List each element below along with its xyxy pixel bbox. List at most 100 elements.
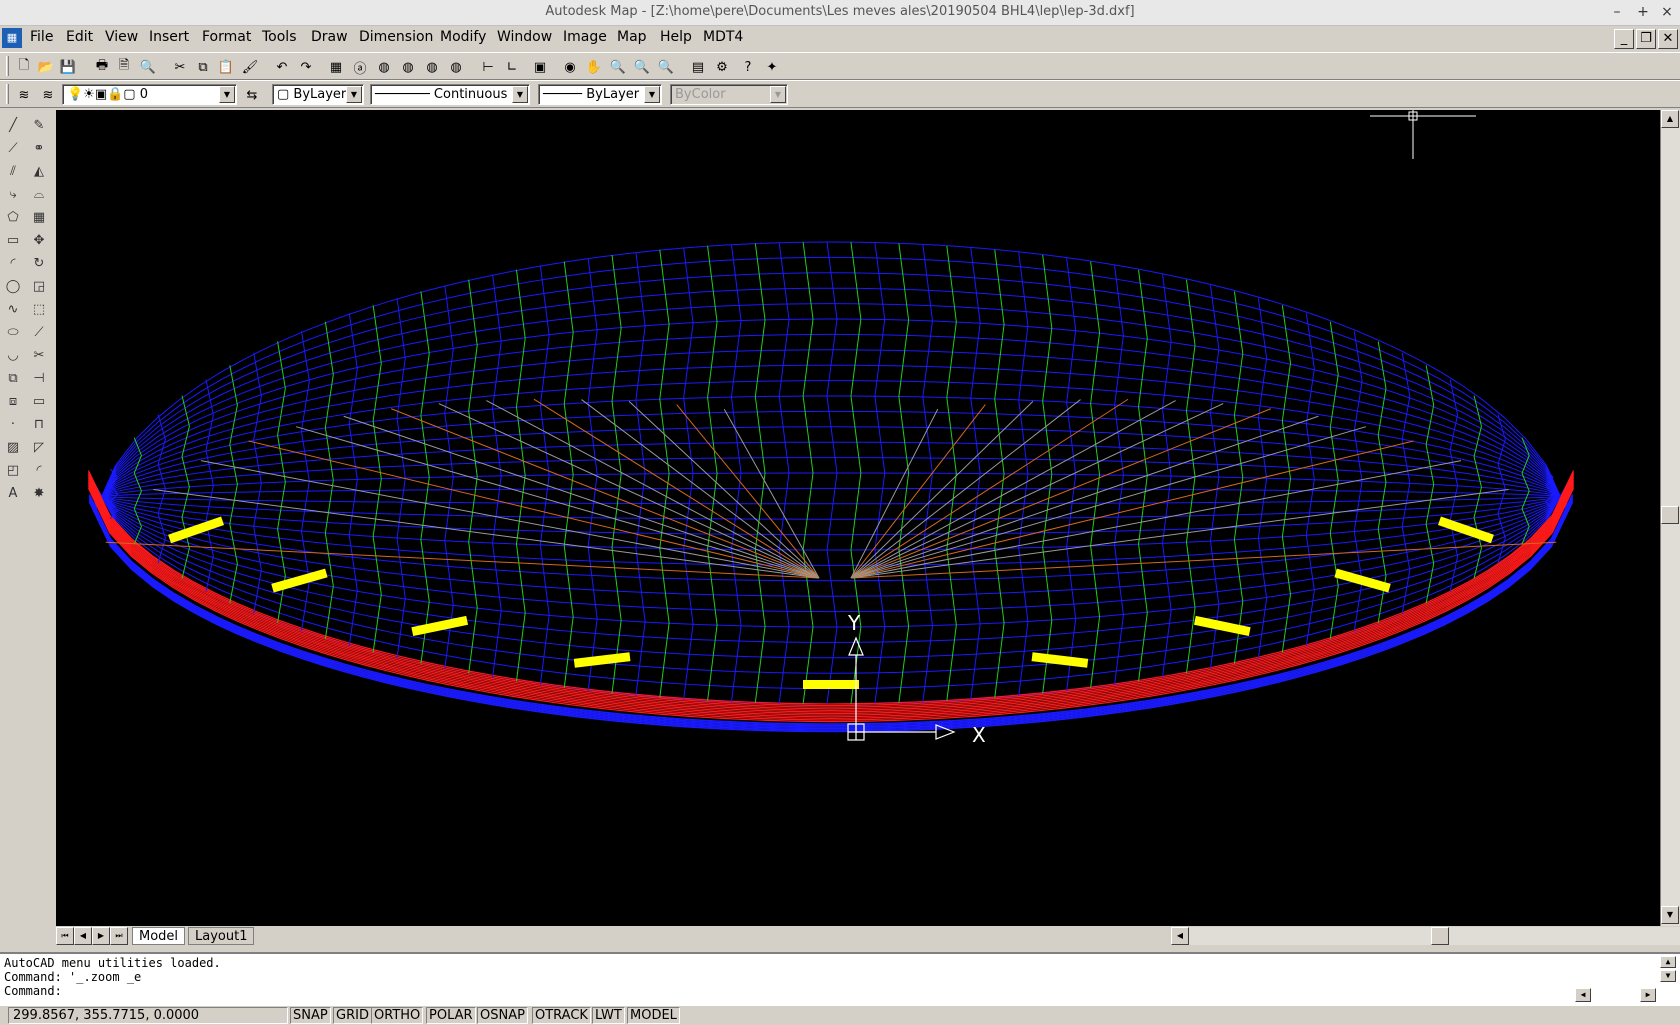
snap-toggle[interactable]: SNAP	[290, 1007, 331, 1024]
osnap-toggle[interactable]: OSNAP	[477, 1007, 528, 1024]
tab-model[interactable]: Model	[132, 927, 186, 945]
scroll-left-icon[interactable]: ◀	[1171, 927, 1189, 945]
ucs-icon[interactable]: ⊢	[478, 57, 498, 77]
copy-object-icon[interactable]: ⚭	[28, 137, 50, 159]
polygon-icon[interactable]: ⬠	[2, 206, 24, 228]
plot-icon[interactable]: 🖶	[92, 57, 112, 77]
command-window[interactable]: AutoCAD menu utilities loaded. Command: …	[0, 952, 1680, 1006]
chevron-down-icon[interactable]: ▼	[346, 86, 362, 103]
menu-mdt4[interactable]: MDT4	[703, 29, 743, 45]
horizontal-scrollbar[interactable]: ◀ ▶	[1171, 927, 1680, 945]
toolbar-grip[interactable]	[6, 56, 9, 76]
scroll-thumb[interactable]	[1661, 506, 1679, 524]
tool-palette-icon[interactable]: ▦	[326, 57, 346, 77]
lineweight-combo[interactable]: ───── ByLayer ▼	[538, 84, 662, 105]
globe4-icon[interactable]: ◍	[446, 57, 466, 77]
arc-icon[interactable]: ◜	[2, 252, 24, 274]
cmd-hscroll-left-icon[interactable]: ◀	[1575, 988, 1591, 1002]
menu-format[interactable]: Format	[202, 29, 251, 45]
lengthen-icon[interactable]: ⟋	[28, 321, 50, 343]
hscroll-thumb[interactable]	[1431, 927, 1449, 945]
erase-icon[interactable]: ✎	[28, 114, 50, 136]
help-icon[interactable]: ?	[738, 57, 758, 77]
globe-icon[interactable]: ◍	[374, 57, 394, 77]
mirror-icon[interactable]: ◭	[28, 160, 50, 182]
menu-tools[interactable]: Tools	[262, 29, 297, 45]
next-tab-icon[interactable]: ▶	[92, 927, 110, 945]
grid-toggle[interactable]: GRID	[333, 1007, 372, 1024]
trim-icon[interactable]: ✂	[28, 344, 50, 366]
ellipse-arc-icon[interactable]: ◡	[2, 344, 24, 366]
stretch-icon[interactable]: ⬚	[28, 298, 50, 320]
redo-icon[interactable]: ↷	[296, 57, 316, 77]
distance-icon[interactable]: ∟	[502, 57, 522, 77]
explode-icon[interactable]: ✸	[28, 482, 50, 504]
scroll-down-icon[interactable]: ▼	[1661, 906, 1679, 924]
menu-modify[interactable]: Modify	[440, 29, 486, 45]
menu-map[interactable]: Map	[617, 29, 647, 45]
vertical-scrollbar[interactable]: ▲ ▼	[1660, 110, 1680, 926]
array-icon[interactable]: ▦	[28, 206, 50, 228]
globe3-icon[interactable]: ◍	[422, 57, 442, 77]
break-at-point-icon[interactable]: ⊓	[28, 413, 50, 435]
make-object-layer-current-icon[interactable]: ⇆	[242, 85, 262, 105]
layer-previous-icon[interactable]: ≋	[38, 85, 58, 105]
linetype-combo[interactable]: ─────── Continuous ▼	[370, 84, 530, 105]
undo-icon[interactable]: ↶	[272, 57, 292, 77]
make-block-icon[interactable]: ⧈	[2, 390, 24, 412]
drawing-viewport[interactable]: Y X	[56, 110, 1660, 926]
minimize-icon[interactable]: –	[1608, 3, 1626, 21]
multiline-icon[interactable]: ⫽	[2, 160, 24, 182]
line-icon[interactable]: ╱	[2, 114, 24, 136]
multiline-text-icon[interactable]: A	[2, 482, 24, 504]
design-center-icon[interactable]: ⚙	[712, 57, 732, 77]
spline-icon[interactable]: ∿	[2, 298, 24, 320]
menu-insert[interactable]: Insert	[149, 29, 189, 45]
color-combo[interactable]: ▢ ByLayer ▼	[272, 84, 364, 105]
model-toggle[interactable]: MODEL	[627, 1007, 680, 1024]
match-properties-icon[interactable]: 🖌	[240, 57, 260, 77]
menu-file[interactable]: File	[30, 29, 53, 45]
offset-icon[interactable]: ⌓	[28, 183, 50, 205]
named-views-icon[interactable]: ▣	[530, 57, 550, 77]
rotate-icon[interactable]: ↻	[28, 252, 50, 274]
menu-help[interactable]: Help	[660, 29, 692, 45]
3d-orbit-icon[interactable]: ◉	[560, 57, 580, 77]
zoom-realtime-icon[interactable]: 🔍	[608, 57, 628, 77]
paste-icon[interactable]: 📋	[216, 57, 236, 77]
mdi-restore-icon[interactable]: ❐	[1636, 29, 1656, 49]
region-icon[interactable]: ◰	[2, 459, 24, 481]
first-tab-icon[interactable]: ⏮	[56, 927, 74, 945]
fillet-icon[interactable]: ◜	[28, 459, 50, 481]
chevron-down-icon[interactable]: ▼	[644, 86, 660, 103]
globe2-icon[interactable]: ◍	[398, 57, 418, 77]
menu-image[interactable]: Image	[563, 29, 607, 45]
properties-icon[interactable]: ▤	[688, 57, 708, 77]
layer-combo[interactable]: 💡☀▣🔒▢ 0 ▼	[62, 84, 237, 105]
last-tab-icon[interactable]: ⏭	[110, 927, 128, 945]
copy-icon[interactable]: ⧉	[193, 57, 213, 77]
hatch-icon[interactable]: ▨	[2, 436, 24, 458]
cmd-scroll-up-icon[interactable]: ▲	[1660, 956, 1676, 968]
construction-line-icon[interactable]: ⟋	[2, 137, 24, 159]
extend-icon[interactable]: ⊣	[28, 367, 50, 389]
break-icon[interactable]: ▭	[28, 390, 50, 412]
find-icon[interactable]: 🔍	[138, 57, 158, 77]
prev-tab-icon[interactable]: ◀	[74, 927, 92, 945]
scroll-up-icon[interactable]: ▲	[1661, 110, 1679, 128]
new-icon[interactable]: 🗋	[14, 57, 34, 77]
chevron-down-icon[interactable]: ▼	[512, 86, 528, 103]
circle-icon[interactable]: ◯	[2, 275, 24, 297]
menu-draw[interactable]: Draw	[311, 29, 348, 45]
autodesk-icon[interactable]: ⓐ	[350, 57, 370, 77]
menu-edit[interactable]: Edit	[66, 29, 93, 45]
cmd-scroll-down-icon[interactable]: ▼	[1660, 970, 1676, 982]
toolbar-grip-2[interactable]	[6, 84, 9, 104]
close-icon[interactable]: ×	[1658, 3, 1676, 21]
chamfer-icon[interactable]: ◸	[28, 436, 50, 458]
app-icon[interactable]: ▦	[2, 28, 22, 48]
command-prompt[interactable]: Command:	[4, 984, 62, 998]
insert-block-icon[interactable]: ⧉	[2, 367, 24, 389]
chevron-down-icon[interactable]: ▼	[219, 86, 235, 103]
tab-layout1[interactable]: Layout1	[188, 927, 255, 945]
